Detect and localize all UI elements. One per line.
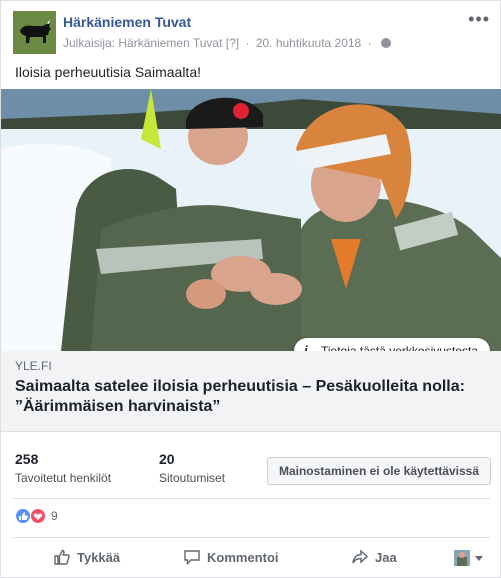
- share-button[interactable]: Jaa: [351, 548, 397, 566]
- promote-button[interactable]: Mainostaminen ei ole käytettävissä: [267, 457, 491, 485]
- link-domain: YLE.FI: [15, 359, 52, 373]
- reaction-count: 9: [51, 509, 58, 523]
- comment-button[interactable]: Kommentoi: [183, 548, 279, 566]
- share-icon: [352, 549, 369, 564]
- divider: [13, 498, 490, 499]
- love-icon: [30, 508, 46, 524]
- reach-stat: 258 Tavoitetut henkilöt: [15, 451, 111, 485]
- post-text: Iloisia perheuutisia Saimaalta!: [15, 64, 201, 80]
- post-card: Härkäniemen Tuvat Julkaisija: Härkänieme…: [0, 0, 501, 578]
- preview-photo: [1, 89, 501, 351]
- post-meta: Julkaisija: Härkäniemen Tuvat [?] · 20. …: [63, 36, 391, 50]
- like-button[interactable]: Tykkää: [53, 548, 120, 566]
- publisher-help-link[interactable]: [?]: [226, 36, 239, 50]
- reach-value: 258: [15, 451, 39, 467]
- globe-icon[interactable]: [380, 38, 391, 48]
- meta-separator: ·: [245, 36, 250, 50]
- engagement-value: 20: [159, 451, 175, 467]
- page-name-link[interactable]: Härkäniemen Tuvat: [63, 14, 191, 30]
- meta-separator-2: ·: [367, 36, 372, 50]
- like-label: Tykkää: [77, 550, 121, 565]
- avatar-dropdown-icon: [454, 550, 483, 566]
- publisher-prefix: Julkaisija:: [63, 36, 116, 50]
- bull-logo-icon: [13, 11, 56, 54]
- like-icon: [15, 508, 31, 524]
- post-date[interactable]: 20. huhtikuuta 2018: [256, 36, 361, 50]
- comment-label: Kommentoi: [207, 550, 279, 565]
- comment-icon: [184, 550, 200, 566]
- thumbs-up-icon: [54, 549, 70, 565]
- engagement-label: Sitoutumiset: [159, 471, 226, 485]
- engagement-stat: 20 Sitoutumiset: [159, 451, 225, 485]
- account-switcher[interactable]: [454, 550, 492, 566]
- more-options-icon[interactable]: •••: [468, 9, 490, 30]
- link-preview-image[interactable]: [1, 89, 501, 351]
- share-label: Jaa: [375, 550, 397, 565]
- reach-label: Tavoitetut henkilöt: [15, 471, 112, 485]
- page-avatar[interactable]: [13, 11, 56, 54]
- divider-2: [13, 537, 490, 538]
- publisher-name[interactable]: Härkäniemen Tuvat: [118, 36, 222, 50]
- link-headline[interactable]: Saimaalta satelee iloisia perheuutisia –…: [15, 377, 495, 417]
